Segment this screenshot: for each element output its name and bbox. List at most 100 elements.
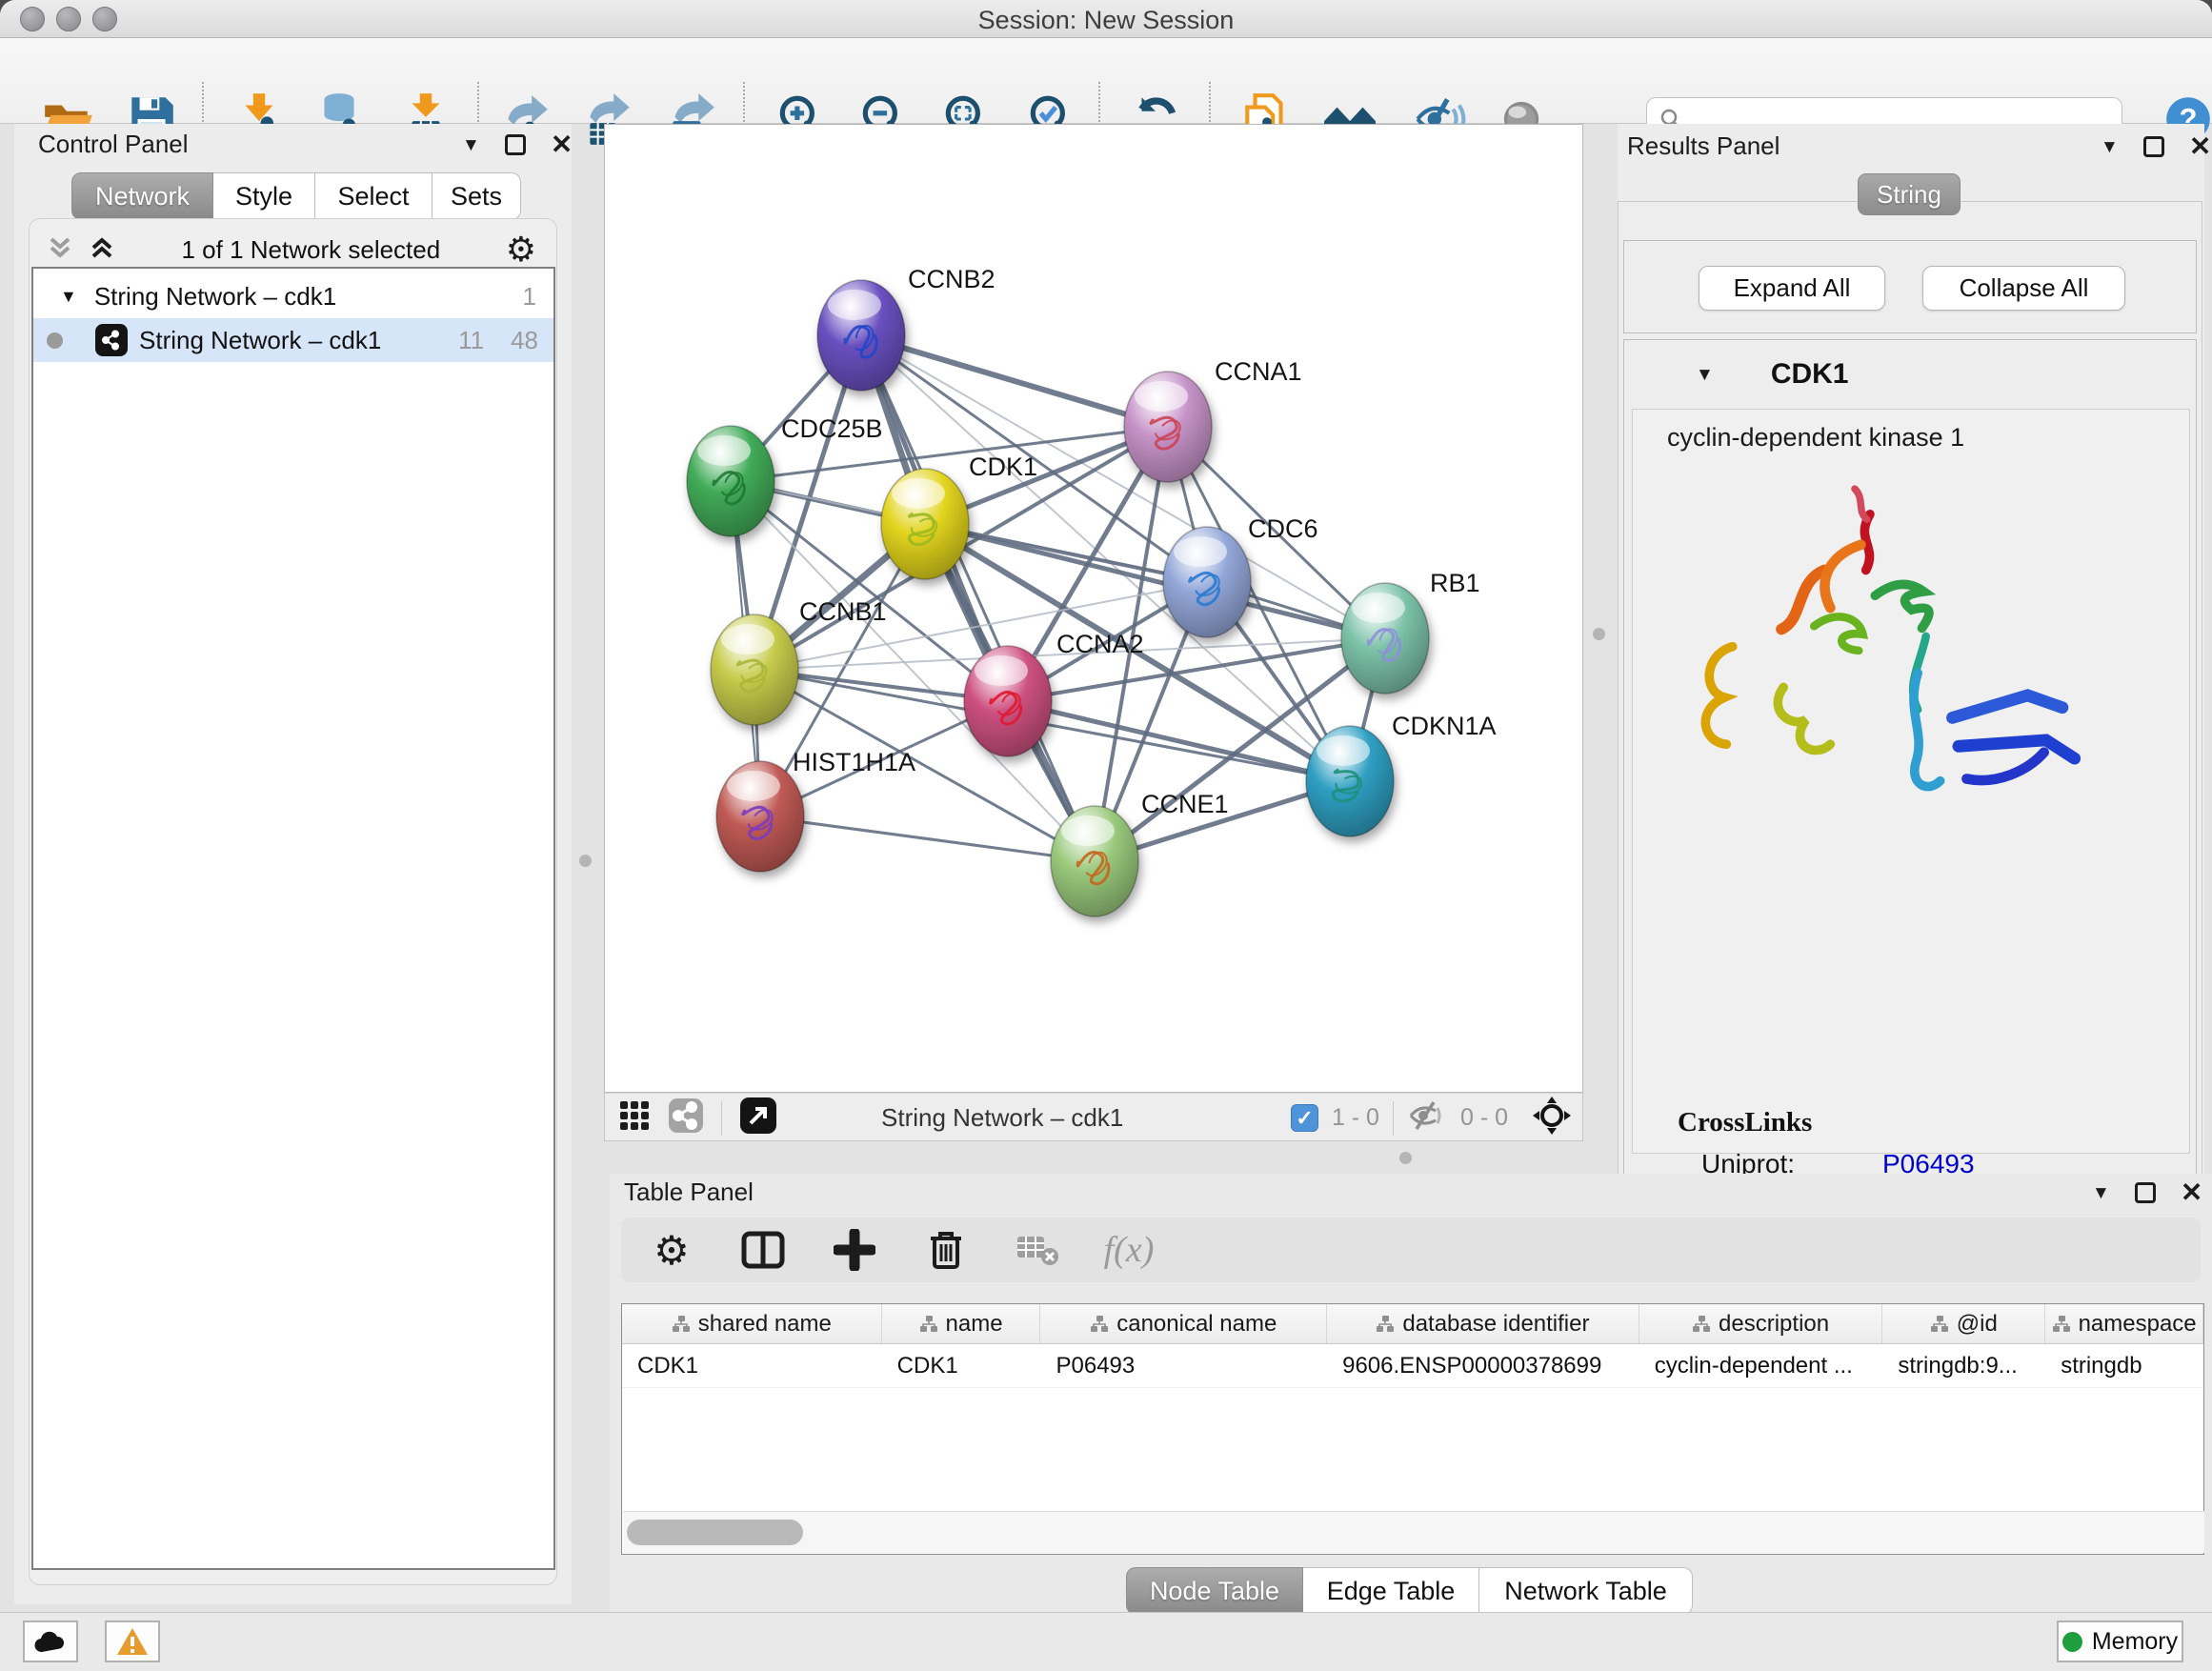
network-view-toolbar-right: ✓ 1 - 0 0 - 0 (1291, 1094, 1573, 1142)
tree-row-collection[interactable]: ▼ String Network – cdk1 1 (33, 274, 553, 318)
panel-close-icon[interactable]: ✕ (2181, 1179, 2202, 1206)
scrollbar-thumb[interactable] (627, 1520, 803, 1545)
panel-float-icon[interactable] (2143, 136, 2164, 157)
section-collapse-icon[interactable]: ▼ (1696, 366, 1714, 384)
tab-style[interactable]: Style (213, 172, 315, 220)
statusbar-divider (1393, 1101, 1394, 1136)
statusbar-divider (721, 1101, 722, 1136)
panel-close-icon[interactable]: ✕ (551, 131, 573, 158)
network-options-gear-icon[interactable]: ⚙ (506, 230, 536, 270)
network-node-CCNA1[interactable] (1124, 372, 1212, 482)
network-node-HIST1H1A[interactable] (716, 761, 804, 872)
table-cell: 9606.ENSP00000378699 (1327, 1344, 1639, 1387)
tab-sets[interactable]: Sets (432, 172, 521, 220)
selected-checkbox-icon[interactable]: ✓ (1291, 1104, 1318, 1132)
tab-edge-table[interactable]: Edge Table (1303, 1567, 1479, 1615)
column-header-namespace[interactable]: namespace (2045, 1304, 2203, 1343)
tab-network[interactable]: Network (71, 172, 213, 220)
control-panel-tabs: NetworkStyleSelectSets (71, 172, 521, 220)
cloud-button[interactable] (23, 1621, 78, 1662)
column-header-name[interactable]: name (882, 1304, 1041, 1343)
delete-table-icon[interactable] (1012, 1224, 1063, 1276)
tab-node-table[interactable]: Node Table (1126, 1567, 1303, 1615)
gene-name: CDK1 (1771, 358, 1849, 391)
network-node-RB1[interactable] (1341, 583, 1429, 694)
tree-network-label: String Network – cdk1 (139, 326, 381, 355)
table-cell: stringdb (2045, 1344, 2203, 1387)
network-edge-CCNB2-CCNA1[interactable] (861, 335, 1168, 427)
selected-count: 1 - 0 (1332, 1104, 1379, 1132)
memory-status-dot (2062, 1632, 2082, 1652)
open-in-browser-icon[interactable] (739, 1097, 777, 1139)
warnings-button[interactable] (105, 1621, 160, 1662)
tree-expander-icon[interactable]: ▼ (60, 287, 77, 307)
splitter-handle[interactable] (1399, 1152, 1412, 1164)
panel-float-icon[interactable] (505, 134, 526, 155)
panel-float-icon[interactable] (2135, 1182, 2156, 1203)
tab-select[interactable]: Select (315, 172, 432, 220)
delete-column-icon[interactable] (920, 1224, 972, 1276)
network-tree: ▼ String Network – cdk1 1 String Network… (31, 267, 555, 1570)
control-panel: Control Panel ▼ ✕ NetworkStyleSelectSets… (14, 124, 572, 1604)
network-node-CCNB2[interactable] (817, 280, 905, 391)
string-app-icon (95, 324, 128, 356)
table-row[interactable]: CDK1CDK1P064939606.ENSP00000378699cyclin… (622, 1344, 2203, 1388)
window-title: Session: New Session (0, 6, 2212, 35)
tree-collection-label: String Network – cdk1 (94, 282, 336, 312)
tab-string[interactable]: String (1858, 173, 1961, 215)
memory-button[interactable]: Memory (2057, 1621, 2183, 1662)
table-horizontal-scrollbar[interactable] (623, 1511, 2204, 1553)
collapse-all-button[interactable]: Collapse All (1922, 266, 2125, 311)
table-cell: P06493 (1040, 1344, 1327, 1387)
hidden-eye-icon[interactable] (1407, 1100, 1447, 1136)
node-label-CCNA2: CCNA2 (1056, 630, 1144, 658)
table-options-gear-icon[interactable]: ⚙ (646, 1224, 697, 1276)
network-canvas[interactable]: CCNB2CCNA1CDC25BCDK1CDC6RB1CCNB1CCNA2CDK… (604, 124, 1583, 1093)
column-header-@id[interactable]: @id (1882, 1304, 2045, 1343)
network-node-CCNA2[interactable] (964, 646, 1052, 756)
birds-eye-toggle-icon[interactable] (1531, 1095, 1573, 1141)
network-graph[interactable]: CCNB2CCNA1CDC25BCDK1CDC6RB1CCNB1CCNA2CDK… (605, 125, 1582, 1092)
node-label-RB1: RB1 (1430, 569, 1480, 597)
table-cell: CDK1 (882, 1344, 1041, 1387)
gene-section-header[interactable]: ▼ CDK1 (1624, 340, 2196, 409)
cloud-icon (33, 1629, 68, 1654)
network-edge-CCNB2-CCNE1[interactable] (861, 335, 1095, 861)
network-node-CDKN1A[interactable] (1306, 726, 1394, 836)
column-header-database-identifier[interactable]: database identifier (1327, 1304, 1639, 1343)
node-label-CCNA1: CCNA1 (1215, 357, 1302, 386)
node-label-CDKN1A: CDKN1A (1392, 712, 1497, 740)
show-columns-icon[interactable] (737, 1224, 789, 1276)
grid-view-icon[interactable] (618, 1099, 651, 1137)
results-panel: Results Panel ▼ ✕ String Expand All Coll… (1618, 124, 2204, 1174)
network-badge-gray-icon[interactable] (668, 1097, 704, 1138)
column-header-shared-name[interactable]: shared name (622, 1304, 882, 1343)
panel-collapse-icon[interactable]: ▼ (462, 136, 480, 154)
function-builder-icon[interactable]: f(x) (1103, 1224, 1155, 1276)
add-column-icon[interactable] (829, 1224, 880, 1276)
tab-network-table[interactable]: Network Table (1479, 1567, 1693, 1615)
tree-row-network[interactable]: String Network – cdk1 11 48 (33, 318, 553, 362)
network-node-CCNE1[interactable] (1051, 806, 1138, 916)
network-node-CDK1[interactable] (881, 469, 969, 579)
network-node-CDC25B[interactable] (687, 426, 774, 536)
panel-collapse-icon[interactable]: ▼ (2101, 138, 2119, 156)
table-panel-title: Table Panel (624, 1178, 754, 1207)
panel-close-icon[interactable]: ✕ (2189, 133, 2211, 160)
network-view-toolbar: String Network – cdk1 ✓ 1 - 0 0 - 0 (604, 1093, 1583, 1141)
node-label-CCNB1: CCNB1 (799, 597, 887, 626)
expand-all-icon[interactable] (88, 233, 116, 267)
network-node-CDC6[interactable] (1163, 527, 1251, 637)
expand-all-button[interactable]: Expand All (1699, 266, 1885, 311)
column-header-description[interactable]: description (1639, 1304, 1883, 1343)
collapse-all-icon[interactable] (46, 233, 74, 267)
panel-collapse-icon[interactable]: ▼ (2092, 1184, 2110, 1202)
splitter-handle[interactable] (1593, 628, 1605, 640)
table-tabs: Node TableEdge TableNetwork Table (1126, 1567, 1693, 1615)
column-header-canonical-name[interactable]: canonical name (1040, 1304, 1327, 1343)
network-node-CCNB1[interactable] (711, 614, 798, 725)
splitter-handle[interactable] (579, 855, 592, 867)
network-edge-HIST1H1A-CCNE1[interactable] (760, 816, 1095, 861)
network-edge-CCNA2-CDKN1A[interactable] (1008, 701, 1350, 781)
gene-details-box: cyclin-dependent kinase 1 (1632, 409, 2190, 1154)
